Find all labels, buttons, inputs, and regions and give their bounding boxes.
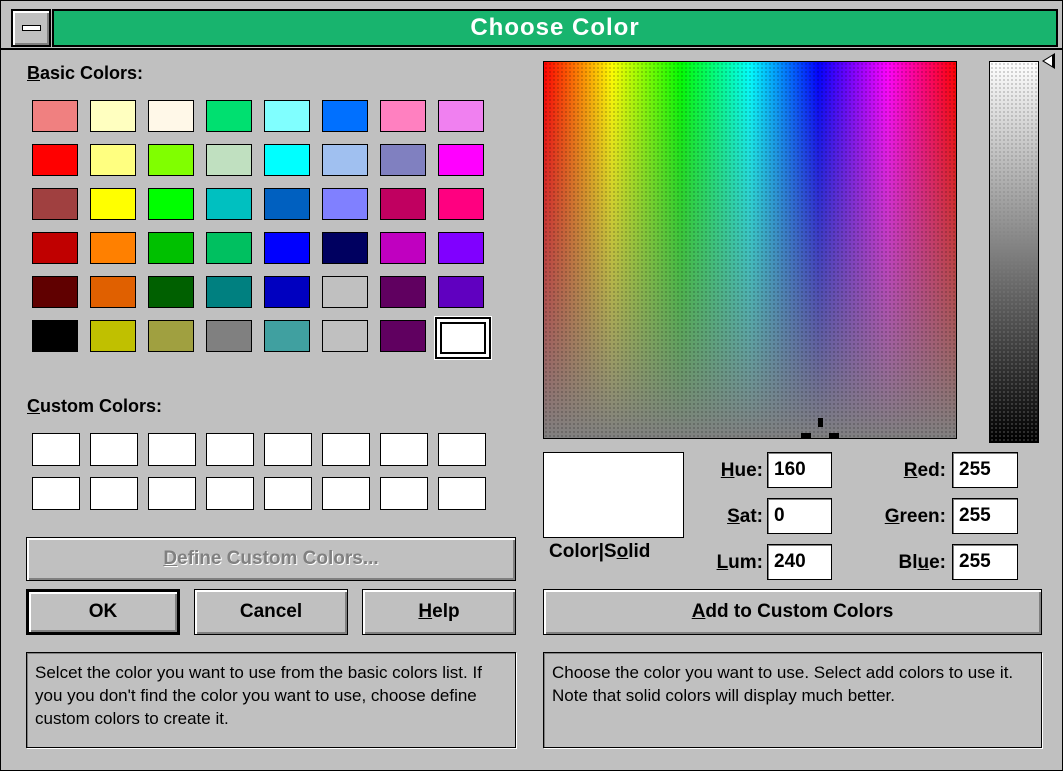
help-button[interactable]: Help xyxy=(362,589,516,635)
hue-label: Hue: xyxy=(720,460,763,481)
basic-color-swatch[interactable] xyxy=(32,232,78,264)
basic-color-swatch[interactable] xyxy=(380,276,426,308)
basic-color-swatch[interactable] xyxy=(322,320,368,352)
basic-color-swatch[interactable] xyxy=(206,320,252,352)
basic-color-swatch[interactable] xyxy=(380,232,426,264)
basic-color-swatch[interactable] xyxy=(438,144,484,176)
color-spectrum[interactable] xyxy=(543,61,957,439)
green-field[interactable]: 255 xyxy=(952,498,1018,534)
basic-color-swatch[interactable] xyxy=(322,232,368,264)
cancel-label: Cancel xyxy=(239,601,303,622)
custom-color-swatch[interactable] xyxy=(438,477,486,510)
basic-color-swatch[interactable] xyxy=(206,100,252,132)
custom-color-swatch[interactable] xyxy=(206,477,254,510)
crosshair-icon xyxy=(801,418,839,438)
basic-color-swatch[interactable] xyxy=(206,188,252,220)
red-label: Red: xyxy=(903,460,946,481)
sat-field[interactable]: 0 xyxy=(767,498,832,534)
custom-color-swatch[interactable] xyxy=(264,477,312,510)
luminosity-arrow-icon[interactable] xyxy=(1042,53,1055,69)
custom-color-swatch[interactable] xyxy=(148,477,196,510)
custom-colors-label: Custom Colors: xyxy=(27,396,163,416)
red-field[interactable]: 255 xyxy=(952,452,1018,488)
custom-color-swatch[interactable] xyxy=(322,477,370,510)
blue-label: Blue: xyxy=(898,552,946,573)
hue-field[interactable]: 160 xyxy=(767,452,832,488)
basic-color-swatch[interactable] xyxy=(90,144,136,176)
basic-color-swatch[interactable] xyxy=(264,232,310,264)
ok-label: OK xyxy=(88,601,118,622)
basic-color-swatch[interactable] xyxy=(32,100,78,132)
custom-color-swatch[interactable] xyxy=(32,433,80,466)
color-preview xyxy=(543,452,684,538)
basic-color-swatch[interactable] xyxy=(148,276,194,308)
basic-color-swatch[interactable] xyxy=(380,188,426,220)
custom-color-swatch[interactable] xyxy=(438,433,486,466)
basic-color-swatch[interactable] xyxy=(206,144,252,176)
title-bar: Choose Color xyxy=(1,1,1062,50)
basic-color-swatch[interactable] xyxy=(438,276,484,308)
define-custom-colors-button[interactable]: Define Custom Colors... xyxy=(26,537,516,581)
basic-color-swatch[interactable] xyxy=(438,100,484,132)
custom-color-swatch[interactable] xyxy=(90,477,138,510)
add-to-custom-colors-button[interactable]: Add to Custom Colors xyxy=(543,589,1042,635)
basic-color-swatch[interactable] xyxy=(264,100,310,132)
system-menu-button[interactable] xyxy=(11,9,51,47)
basic-color-swatch[interactable] xyxy=(32,188,78,220)
basic-color-swatch[interactable] xyxy=(322,188,368,220)
green-label: Green: xyxy=(884,506,946,527)
basic-colors-label: Basic Colors: xyxy=(27,63,144,83)
window-title: Choose Color xyxy=(52,9,1058,47)
basic-color-swatch[interactable] xyxy=(148,232,194,264)
sat-label: Sat: xyxy=(727,506,763,527)
custom-color-swatch[interactable] xyxy=(206,433,254,466)
custom-color-swatch[interactable] xyxy=(380,477,428,510)
basic-color-swatch[interactable] xyxy=(90,100,136,132)
basic-color-swatch[interactable] xyxy=(148,100,194,132)
basic-color-swatch[interactable] xyxy=(322,144,368,176)
basic-color-swatch[interactable] xyxy=(148,188,194,220)
basic-color-swatch-selected[interactable] xyxy=(434,316,492,360)
basic-color-swatch[interactable] xyxy=(148,144,194,176)
basic-color-swatch[interactable] xyxy=(90,276,136,308)
spectrum-help-text: Choose the color you want to use. Select… xyxy=(543,652,1042,748)
basic-color-swatch[interactable] xyxy=(264,144,310,176)
custom-color-swatch[interactable] xyxy=(148,433,196,466)
custom-color-swatch[interactable] xyxy=(90,433,138,466)
cancel-button[interactable]: Cancel xyxy=(194,589,348,635)
blue-field[interactable]: 255 xyxy=(952,544,1018,580)
basic-color-swatch[interactable] xyxy=(438,232,484,264)
basic-color-swatch[interactable] xyxy=(380,144,426,176)
color-solid-label: Color|Solid xyxy=(549,541,651,562)
basic-colors-help-text: Selcet the color you want to use from th… xyxy=(26,652,516,748)
basic-color-swatch[interactable] xyxy=(380,100,426,132)
ok-button[interactable]: OK xyxy=(26,589,180,635)
basic-color-swatch[interactable] xyxy=(206,276,252,308)
custom-color-swatch[interactable] xyxy=(380,433,428,466)
basic-color-swatch[interactable] xyxy=(90,232,136,264)
lum-label: Lum: xyxy=(716,552,763,573)
custom-color-swatch[interactable] xyxy=(264,433,312,466)
basic-color-swatch[interactable] xyxy=(264,320,310,352)
basic-color-swatch[interactable] xyxy=(90,320,136,352)
luminosity-bar[interactable] xyxy=(989,61,1039,443)
basic-color-swatch[interactable] xyxy=(380,320,426,352)
basic-color-swatch[interactable] xyxy=(264,276,310,308)
minus-bar-icon xyxy=(22,25,41,31)
custom-color-swatch[interactable] xyxy=(32,477,80,510)
basic-color-swatch[interactable] xyxy=(322,100,368,132)
basic-color-swatch[interactable] xyxy=(322,276,368,308)
basic-color-swatch[interactable] xyxy=(148,320,194,352)
custom-color-swatch[interactable] xyxy=(322,433,370,466)
basic-color-swatch[interactable] xyxy=(32,320,78,352)
basic-color-swatch[interactable] xyxy=(206,232,252,264)
basic-color-swatch[interactable] xyxy=(264,188,310,220)
lum-field[interactable]: 240 xyxy=(767,544,832,580)
basic-color-swatch[interactable] xyxy=(32,276,78,308)
basic-color-swatch[interactable] xyxy=(438,188,484,220)
basic-color-swatch[interactable] xyxy=(90,188,136,220)
choose-color-dialog: Choose Color Basic Colors: Custom Colors… xyxy=(0,0,1063,771)
basic-color-swatch[interactable] xyxy=(32,144,78,176)
